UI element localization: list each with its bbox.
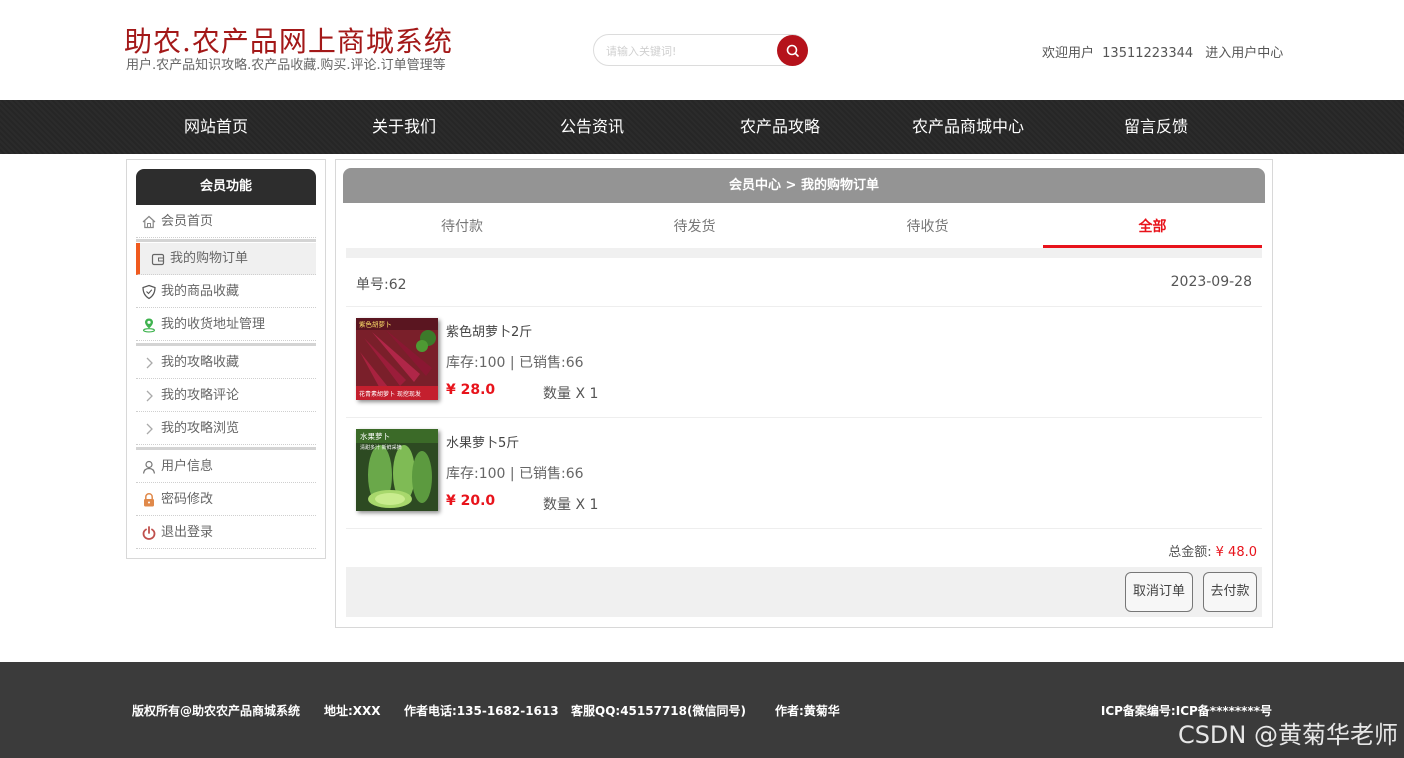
footer-qq: 客服QQ:45157718(微信同号) (571, 704, 746, 718)
watermark: CSDN @黄菊华老师 (1177, 721, 1398, 749)
sidebar-divider (136, 343, 316, 346)
welcome-bar: 欢迎用户 13511223344 进入用户中心 (1042, 42, 1283, 61)
nav-item-news[interactable]: 公告资讯 (498, 100, 686, 154)
tab-pending-payment[interactable]: 待付款 (346, 210, 578, 248)
tabs-divider (346, 248, 1262, 258)
sidebar-item-guide-comments[interactable]: 我的攻略评论 (136, 380, 316, 412)
sidebar-item-label: 我的购物订单 (170, 251, 249, 266)
wallet-icon (151, 253, 165, 266)
product-stock: 库存:100 | 已销售:66 (446, 466, 584, 482)
thumb-title: 水果萝卜 (360, 431, 390, 441)
search-input[interactable] (606, 42, 771, 60)
shield-icon (142, 284, 156, 300)
product-price: ¥ 20.0 (446, 493, 496, 509)
main-nav: 网站首页 关于我们 公告资讯 农产品攻略 农产品商城中心 留言反馈 (0, 100, 1404, 154)
pay-button[interactable]: 去付款 (1203, 572, 1257, 612)
sidebar-item-user-info[interactable]: 用户信息 (136, 451, 316, 483)
nav-item-feedback[interactable]: 留言反馈 (1062, 100, 1250, 154)
product-name[interactable]: 紫色胡萝卜2斤 (446, 321, 532, 340)
chevron-right-icon (146, 423, 153, 435)
member-sidebar: 会员功能 会员首页 我的购物订单 我的商品收藏 我的收货地址管理 我的攻略收藏 … (126, 159, 326, 559)
order-actions: 取消订单 去付款 (346, 567, 1262, 617)
nav-item-mall[interactable]: 农产品商城中心 (874, 100, 1062, 154)
sidebar-item-label: 我的商品收藏 (161, 284, 240, 299)
sidebar-item-label: 退出登录 (161, 525, 214, 540)
search-box (593, 34, 808, 66)
sidebar-item-password[interactable]: 密码修改 (136, 484, 316, 516)
order-total: 总金额: ¥ 48.0 (1168, 541, 1257, 560)
sidebar-title: 会员功能 (136, 169, 316, 205)
order-number-label: 单号: (356, 277, 389, 293)
purple-carrot-image: 紫色胡萝卜 花青素胡萝卜 现挖现发 (356, 318, 438, 400)
footer-copyright: 版权所有@助农农产品商城系统 (132, 704, 301, 718)
site-subtitle: 用户.农产品知识攻略.农产品收藏.购买.评论.订单管理等 (126, 58, 446, 73)
product-thumbnail[interactable]: 紫色胡萝卜 花青素胡萝卜 现挖现发 (356, 318, 438, 400)
divider (346, 306, 1262, 307)
footer-address: 地址:XXX (324, 704, 381, 718)
product-thumbnail[interactable]: 水果萝卜 清甜多汁 新鲜采摘 (356, 429, 438, 511)
product-quantity: 数量 X 1 (543, 386, 599, 402)
sidebar-item-logout[interactable]: 退出登录 (136, 517, 316, 549)
order-item: 水果萝卜 清甜多汁 新鲜采摘 水果萝卜5斤 库存:100 | 已销售:66 ¥ … (356, 429, 1256, 519)
search-button[interactable] (777, 35, 808, 66)
sidebar-item-guide-favorites[interactable]: 我的攻略收藏 (136, 347, 316, 379)
tab-all[interactable]: 全部 (1043, 210, 1262, 248)
thumb-caption: 清甜多汁 新鲜采摘 (360, 444, 402, 451)
chevron-right-icon (146, 390, 153, 402)
footer-phone: 作者电话:135-1682-1613 (404, 704, 559, 718)
power-icon (142, 526, 156, 540)
green-radish-image: 水果萝卜 清甜多汁 新鲜采摘 (356, 429, 438, 511)
sidebar-item-label: 我的攻略浏览 (161, 421, 240, 436)
order-date: 2023-09-28 (1170, 274, 1252, 290)
sidebar-item-product-favorites[interactable]: 我的商品收藏 (136, 276, 316, 308)
order-item: 紫色胡萝卜 花青素胡萝卜 现挖现发 紫色胡萝卜2斤 库存:100 | 已销售:6… (356, 318, 1256, 408)
lock-icon (144, 493, 154, 507)
order-total-amount: ¥ 48.0 (1215, 545, 1257, 560)
sidebar-item-label: 用户信息 (161, 459, 214, 474)
sidebar-item-label: 我的收货地址管理 (161, 317, 266, 332)
divider (346, 417, 1262, 418)
divider (346, 528, 1262, 529)
nav-item-about[interactable]: 关于我们 (310, 100, 498, 154)
sidebar-divider (136, 239, 316, 242)
user-center-link[interactable]: 进入用户中心 (1205, 46, 1283, 61)
product-name[interactable]: 水果萝卜5斤 (446, 432, 519, 451)
sidebar-item-label: 我的攻略收藏 (161, 355, 240, 370)
cancel-order-button[interactable]: 取消订单 (1125, 572, 1193, 612)
breadcrumb: 会员中心 > 我的购物订单 (343, 168, 1265, 203)
product-price: ¥ 28.0 (446, 382, 496, 398)
sidebar-item-guide-history[interactable]: 我的攻略浏览 (136, 413, 316, 445)
sidebar-divider (136, 447, 316, 450)
welcome-label: 欢迎用户 (1042, 46, 1095, 61)
location-icon (142, 318, 156, 333)
sidebar-item-label: 密码修改 (161, 492, 214, 507)
site-footer: 版权所有@助农农产品商城系统 地址:XXX 作者电话:135-1682-1613… (0, 662, 1404, 758)
user-icon (142, 460, 156, 474)
sidebar-item-label: 我的攻略评论 (161, 388, 240, 403)
orders-panel: 会员中心 > 我的购物订单 待付款 待发货 待收货 全部 单号:62 2023-… (335, 159, 1273, 628)
product-stock: 库存:100 | 已销售:66 (446, 355, 584, 371)
tab-pending-receipt[interactable]: 待收货 (811, 210, 1044, 248)
sidebar-item-orders[interactable]: 我的购物订单 (136, 243, 316, 275)
site-header: 助农.农产品网上商城系统 用户.农产品知识攻略.农产品收藏.购买.评论.订单管理… (0, 0, 1404, 100)
order-number: 单号:62 (356, 274, 407, 294)
thumb-caption: 花青素胡萝卜 现挖现发 (359, 390, 421, 398)
user-phone: 13511223344 (1102, 46, 1194, 61)
order-total-label: 总金额: (1168, 545, 1212, 560)
sidebar-item-address[interactable]: 我的收货地址管理 (136, 309, 316, 341)
chevron-right-icon (146, 357, 153, 369)
sidebar-item-home[interactable]: 会员首页 (136, 206, 316, 238)
tab-pending-shipment[interactable]: 待发货 (578, 210, 811, 248)
thumb-title: 紫色胡萝卜 (359, 320, 392, 329)
nav-item-home[interactable]: 网站首页 (122, 100, 310, 154)
footer-author: 作者:黄菊华 (775, 704, 840, 718)
order-number-value: 62 (388, 277, 407, 293)
nav-item-guides[interactable]: 农产品攻略 (686, 100, 874, 154)
search-icon (786, 44, 799, 57)
sidebar-item-label: 会员首页 (161, 214, 214, 229)
product-quantity: 数量 X 1 (543, 497, 599, 513)
home-icon (142, 215, 156, 229)
